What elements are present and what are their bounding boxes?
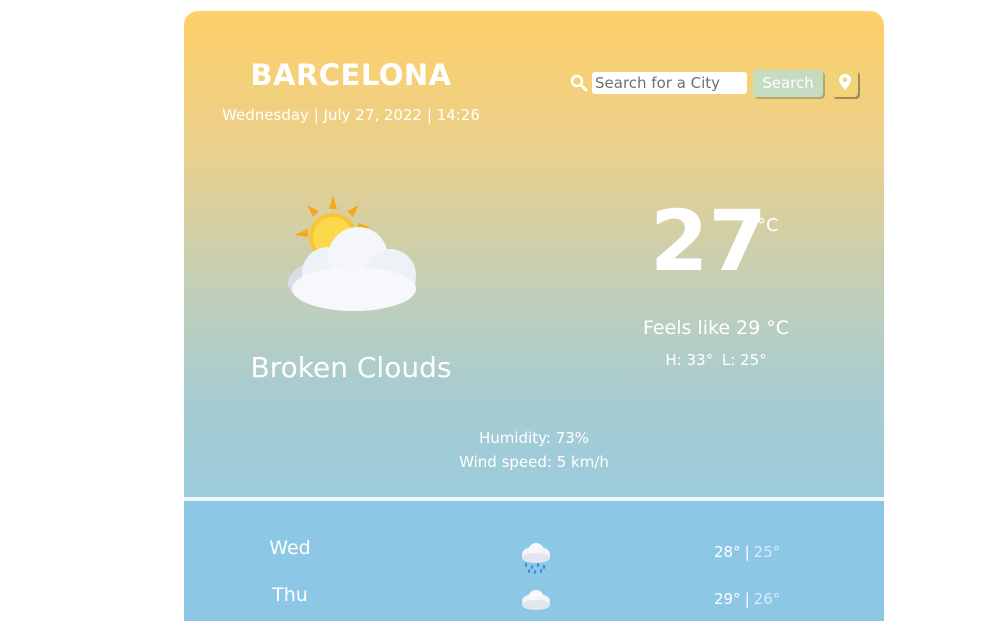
feels-like: Feels like 29 °C [642,317,790,339]
weather-card: BARCELONA Wednesday | July 27, 2022 | 14… [184,11,884,497]
search-icon [570,74,588,92]
forecast-temps: 28° | 25° [714,543,844,561]
humidity: Humidity: 73% [478,429,590,447]
sun-behind-cloud-icon [288,195,423,315]
location-button[interactable] [831,69,858,97]
forecast-day: Thu [272,584,308,606]
forecast-high: 28° [714,543,741,561]
search-bar: Search [570,69,858,97]
city-name: BARCELONA [250,58,452,92]
map-marker-icon [838,73,852,94]
forecast-low: 25° [753,543,781,561]
search-button[interactable]: Search [753,69,823,97]
forecast-row: Thu 29° | 26° [184,584,884,624]
current-temperature: 27 [650,192,767,290]
high-temperature: H: 33° [665,351,714,369]
separator: | [744,543,750,561]
forecast-panel: Wed 28° | 25° Thu 29° | 26° [184,501,884,621]
search-input[interactable] [592,72,747,94]
forecast-day: Wed [269,537,311,559]
date-time: Wednesday | July 27, 2022 | 14:26 [222,106,480,124]
high-low: H: 33° L: 25° [616,351,816,369]
weather-condition: Broken Clouds [250,351,452,384]
rain-cloud-icon [518,541,552,575]
low-temperature: L: 25° [721,351,767,369]
temperature-unit: °C [757,215,779,236]
forecast-row: Wed 28° | 25° [184,537,884,577]
forecast-low: 26° [753,590,781,608]
separator: | [744,590,750,608]
wind-speed: Wind speed: 5 km/h [459,453,609,471]
forecast-high: 29° [714,590,741,608]
rain-cloud-icon [518,588,552,622]
forecast-temps: 29° | 26° [714,590,844,608]
